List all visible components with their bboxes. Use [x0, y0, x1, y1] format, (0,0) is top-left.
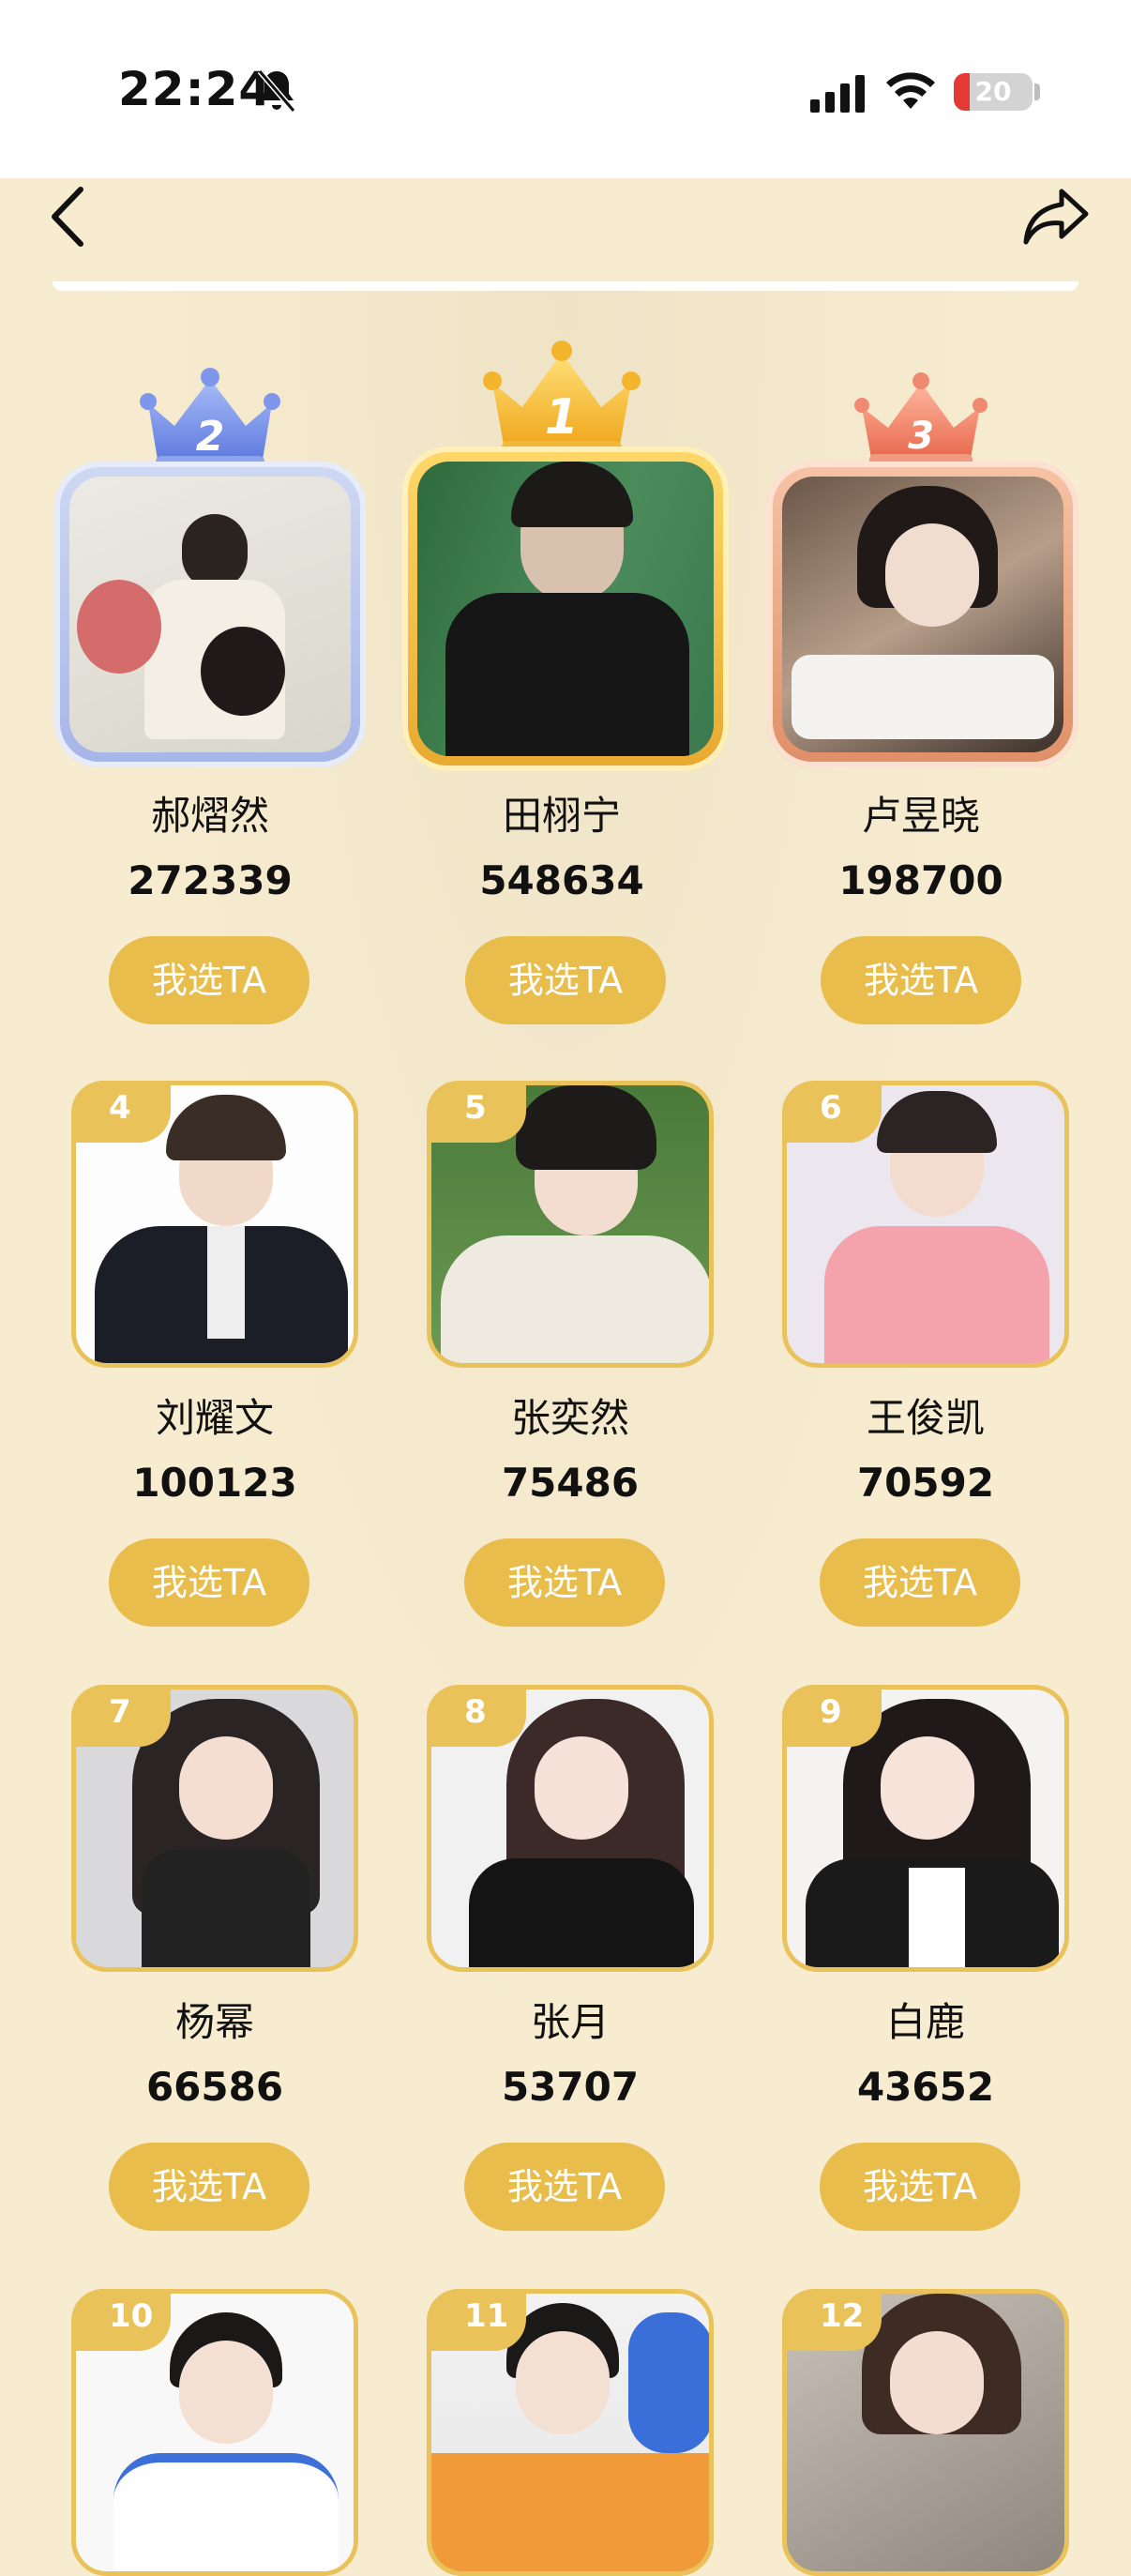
vote-count: 53707 [501, 2064, 640, 2110]
vote-button[interactable]: 我选TA [464, 1538, 665, 1627]
vote-button[interactable]: 我选TA [821, 936, 1021, 1024]
rank-badge: 5 [427, 1081, 526, 1143]
contestant-name: 卢昱晓 [861, 793, 980, 839]
vote-button[interactable]: 我选TA [109, 2143, 309, 2231]
avatar [782, 477, 1063, 752]
rank-badge: 8 [427, 1685, 526, 1747]
contestant-name: 郝熠然 [150, 793, 269, 839]
top-card-rank-3: 3 卢昱晓 198700 我选TA [762, 371, 1080, 1041]
rank-badge: 6 [782, 1081, 882, 1143]
top-card-rank-2: 2 郝熠然 272339 我选TA [51, 366, 369, 1041]
crown-rank-number: 3 [908, 415, 934, 458]
battery-level: 20 [974, 76, 1012, 107]
avatar-frame[interactable] [402, 447, 729, 771]
vote-count: 43652 [856, 2064, 995, 2110]
vote-button[interactable]: 我选TA [464, 2143, 665, 2231]
vote-count: 66586 [145, 2064, 284, 2110]
vote-button[interactable]: 我选TA [109, 936, 309, 1024]
battery-tip [1034, 83, 1040, 100]
crown-icon-silver: 2 [140, 368, 280, 469]
crown-icon-gold: 1 [483, 341, 641, 456]
contestant-name: 王俊凯 [866, 1395, 985, 1441]
vote-button[interactable]: 我选TA [820, 1538, 1020, 1627]
battery-icon: 20 [954, 73, 1033, 111]
contestant-name: 刘耀文 [155, 1395, 274, 1441]
vote-count: 548634 [479, 857, 644, 903]
avatar [69, 477, 351, 752]
bell-off-icon [257, 69, 296, 113]
avatar-frame[interactable] [767, 462, 1078, 767]
contestant-name: 张奕然 [510, 1395, 629, 1441]
vote-count: 100123 [132, 1460, 297, 1506]
rank-badge: 11 [427, 2289, 526, 2351]
contestant-name: 张月 [530, 1999, 610, 2045]
rank-badge: 4 [71, 1081, 171, 1143]
nav-bottom-edge [53, 281, 1078, 291]
crown-rank-number: 2 [196, 413, 225, 461]
vote-count: 70592 [856, 1460, 995, 1506]
avatar-frame[interactable] [54, 462, 366, 767]
vote-button[interactable]: 我选TA [465, 936, 666, 1024]
vote-button[interactable]: 我选TA [820, 2143, 1020, 2231]
crown-rank-number: 1 [545, 389, 579, 446]
rank-badge: 9 [782, 1685, 882, 1747]
vote-count: 75486 [501, 1460, 640, 1506]
crown-icon-bronze: 3 [854, 372, 988, 466]
rank-badge: 12 [782, 2289, 882, 2351]
status-bar: 22:24 20 [0, 0, 1131, 178]
status-time: 22:24 [118, 62, 273, 116]
share-icon[interactable] [1020, 184, 1092, 250]
contestant-name: 杨幂 [174, 1999, 254, 2045]
vote-count: 272339 [128, 857, 293, 903]
back-icon[interactable] [43, 184, 96, 250]
top-card-rank-1: 1 田栩宁 548634 我选TA [402, 338, 729, 1041]
rank-badge: 10 [71, 2289, 171, 2351]
contestant-name: 白鹿 [885, 1999, 965, 2045]
rank-badge: 7 [71, 1685, 171, 1747]
vote-button[interactable]: 我选TA [109, 1538, 309, 1627]
avatar [417, 462, 714, 756]
contestant-name: 田栩宁 [502, 793, 621, 839]
vote-count: 198700 [838, 857, 1003, 903]
wifi-icon [886, 72, 935, 109]
signal-icon [810, 75, 865, 113]
